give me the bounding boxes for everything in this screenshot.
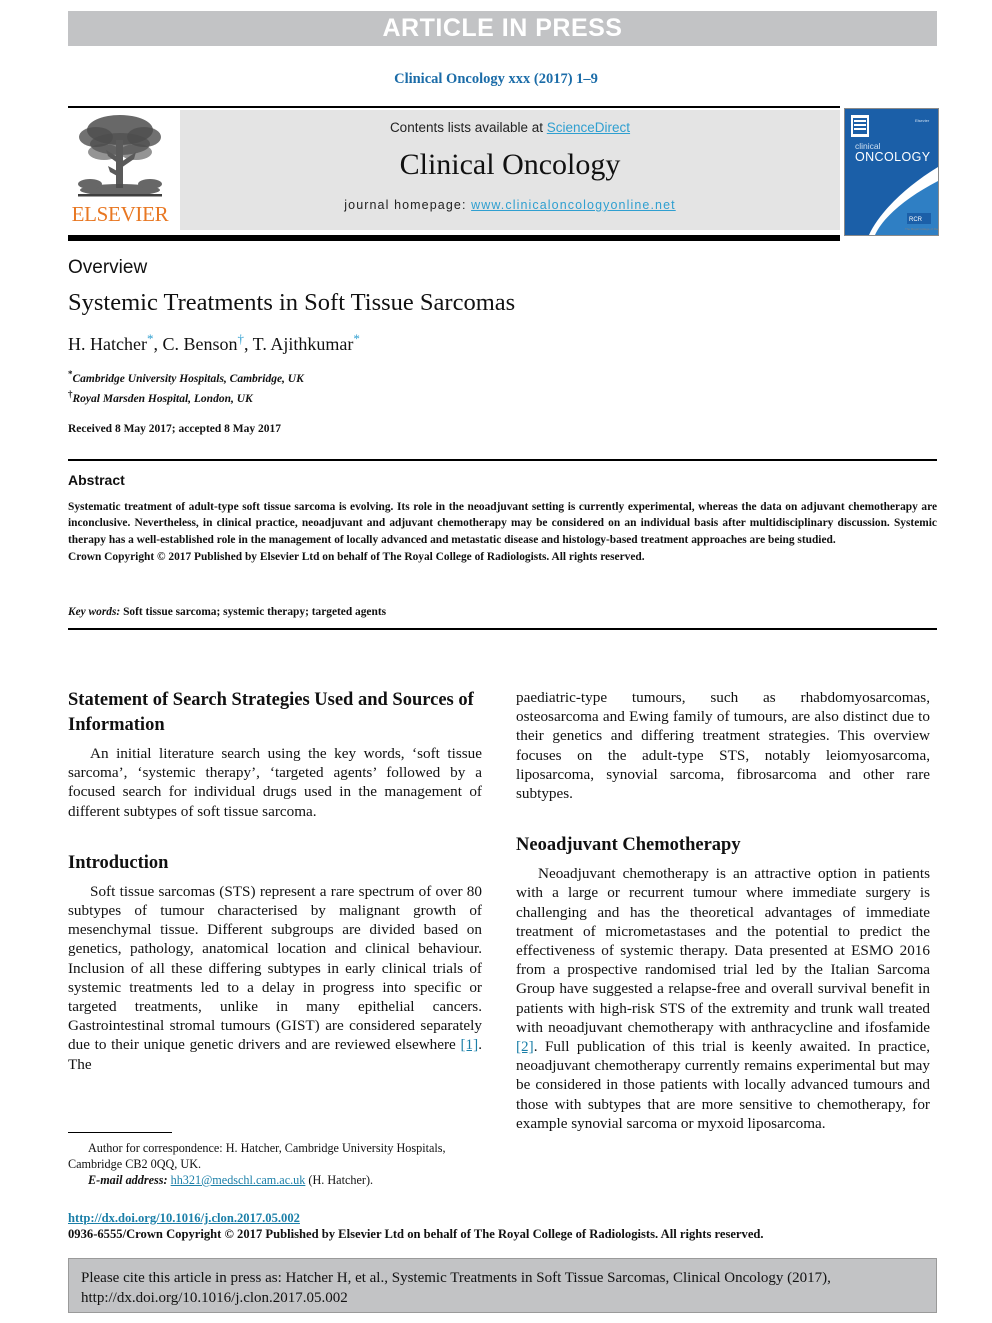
journal-title: Clinical Oncology: [399, 148, 621, 181]
paragraph-neoadjuvant: Neoadjuvant chemotherapy is an attractiv…: [516, 864, 930, 1133]
author-mark-3[interactable]: *: [353, 331, 360, 346]
elsevier-tree-icon: [78, 115, 162, 197]
section-heading-neoadjuvant-chemotherapy: Neoadjuvant Chemotherapy: [516, 835, 741, 856]
introduction-text-part1: Soft tissue sarcomas (STS) represent a r…: [68, 882, 482, 1054]
elsevier-wordmark: ELSEVIER: [71, 202, 169, 226]
journal-masthead: ELSEVIER Contents lists available at Sci…: [68, 106, 939, 241]
elsevier-logo: ELSEVIER: [68, 110, 172, 232]
paragraph-introduction: Soft tissue sarcomas (STS) represent a r…: [68, 882, 482, 1074]
contents-list-line: Contents lists available at ScienceDirec…: [180, 110, 840, 135]
affiliation-2: †Royal Marsden Hospital, London, UK: [68, 387, 668, 407]
article-in-press-banner: ARTICLE IN PRESS: [68, 11, 937, 46]
journal-homepage-link[interactable]: www.clinicaloncologyonline.net: [471, 198, 676, 212]
article-page: ARTICLE IN PRESS Clinical Oncology xxx (…: [0, 0, 992, 1323]
abstract-copyright: Crown Copyright © 2017 Published by Else…: [68, 551, 645, 564]
article-type: Overview: [68, 257, 148, 278]
neoadjuvant-text-part1: Neoadjuvant chemotherapy is an attractiv…: [516, 865, 930, 1036]
author-list: H. Hatcher*, C. Benson†, T. Ajithkumar*: [68, 331, 360, 354]
body-column-right: paediatric-type tumours, such as rhabdom…: [516, 688, 930, 1133]
issn-copyright-line: 0936-6555/Crown Copyright © 2017 Publish…: [68, 1227, 764, 1241]
footnote-email-line: E-mail address: hh321@medschl.cam.ac.uk …: [68, 1172, 482, 1188]
article-title: Systemic Treatments in Soft Tissue Sarco…: [68, 289, 516, 316]
author-name-3: T. Ajithkumar: [252, 334, 354, 354]
affiliation-text-2: Royal Marsden Hospital, London, UK: [72, 392, 253, 405]
section-heading-search-strategies: Statement of Search Strategies Used and …: [68, 690, 474, 735]
correspondence-footnote: Author for correspondence: H. Hatcher, C…: [68, 1132, 482, 1188]
cite-this-article-box: Please cite this article in press as: Ha…: [68, 1258, 937, 1313]
running-head-citation: Clinical Oncology xxx (2017) 1–9: [394, 71, 598, 87]
reference-link-1[interactable]: [1]: [460, 1036, 478, 1053]
footnote-email-label: E-mail address:: [88, 1173, 168, 1187]
keywords-label: Key words:: [68, 605, 121, 618]
abstract-top-rule: [68, 459, 937, 461]
masthead-bottom-rule: [68, 235, 840, 241]
paragraph-introduction-continued: paediatric-type tumours, such as rhabdom…: [516, 689, 930, 803]
keywords-line: Key words: Soft tissue sarcoma; systemic…: [68, 606, 937, 618]
author-name-2: C. Benson: [162, 334, 238, 354]
svg-text:RCR: RCR: [909, 217, 923, 223]
author-email-link[interactable]: hh321@medschl.cam.ac.uk: [171, 1173, 306, 1187]
cite-this-article-text: Please cite this article in press as: Ha…: [81, 1270, 831, 1306]
footnote-rule: [68, 1132, 172, 1133]
journal-cover-thumbnail: Elsevier clinical ONCOLOGY RCR The Royal…: [844, 108, 939, 236]
author-name-1: H. Hatcher: [68, 334, 147, 354]
abstract-body: Systematic treatment of adult-type soft …: [68, 501, 937, 546]
affiliation-1: *Cambridge University Hospitals, Cambrid…: [68, 367, 668, 387]
svg-text:Elsevier: Elsevier: [915, 118, 930, 123]
svg-text:ONCOLOGY: ONCOLOGY: [855, 150, 931, 164]
masthead-body: ELSEVIER Contents lists available at Sci…: [68, 108, 939, 241]
doi-block: http://dx.doi.org/10.1016/j.clon.2017.05…: [68, 1211, 937, 1242]
svg-text:The Royal College of Radiologi: The Royal College of Radiologists: [905, 227, 938, 231]
journal-homepage-line: journal homepage: www.clinicaloncologyon…: [180, 198, 840, 212]
doi-link[interactable]: http://dx.doi.org/10.1016/j.clon.2017.05…: [68, 1211, 937, 1226]
footnote-correspondence: Author for correspondence: H. Hatcher, C…: [68, 1141, 446, 1171]
abstract-section: Abstract Systematic treatment of adult-t…: [68, 459, 937, 630]
journal-homepage-label: journal homepage:: [344, 198, 472, 212]
author-mark-1[interactable]: *: [147, 331, 154, 346]
neoadjuvant-text-part2: . Full publication of this trial is keen…: [516, 1038, 930, 1132]
footnote-email-suffix: (H. Hatcher).: [305, 1173, 374, 1187]
section-heading-introduction: Introduction: [68, 852, 169, 873]
article-history: Received 8 May 2017; accepted 8 May 2017: [68, 422, 282, 435]
abstract-heading: Abstract: [68, 472, 125, 488]
journal-cover-image: Elsevier clinical ONCOLOGY RCR The Royal…: [845, 109, 938, 235]
masthead-info-box: Contents lists available at ScienceDirec…: [180, 110, 840, 230]
body-column-left: Statement of Search Strategies Used and …: [68, 688, 482, 1074]
contents-list-prefix: Contents lists available at: [389, 120, 547, 135]
sciencedirect-link[interactable]: ScienceDirect: [547, 120, 630, 135]
title-block: Overview Systemic Treatments in Soft Tis…: [68, 257, 668, 435]
reference-link-2[interactable]: [2]: [516, 1038, 534, 1055]
author-mark-2[interactable]: †: [237, 331, 244, 346]
abstract-bottom-rule: [68, 627, 937, 630]
affiliation-text-1: Cambridge University Hospitals, Cambridg…: [72, 372, 304, 385]
article-in-press-label: ARTICLE IN PRESS: [382, 14, 623, 42]
paragraph-search-strategies: An initial literature search using the k…: [68, 745, 482, 820]
keywords-value: Soft tissue sarcoma; systemic therapy; t…: [120, 605, 387, 618]
